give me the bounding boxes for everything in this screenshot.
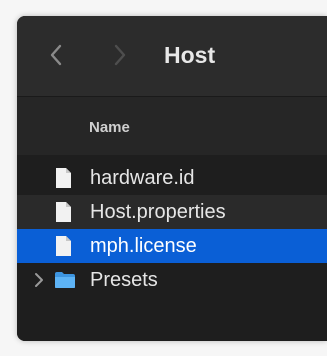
file-name: hardware.id	[90, 167, 195, 189]
disclosure-triangle-icon[interactable]	[33, 272, 45, 288]
folder-icon	[55, 272, 75, 288]
back-button[interactable]	[41, 40, 71, 70]
file-row-hardware-id[interactable]: hardware.id	[17, 161, 327, 195]
chevron-right-icon	[114, 44, 126, 66]
file-name: Host.properties	[90, 201, 226, 223]
toolbar: Host	[17, 16, 327, 97]
document-icon	[56, 168, 71, 188]
column-header-label: Name	[89, 119, 130, 136]
folder-name: Presets	[90, 269, 158, 291]
document-icon	[56, 202, 71, 222]
folder-row-presets[interactable]: Presets	[17, 263, 327, 297]
forward-button[interactable]	[105, 40, 135, 70]
file-row-host-properties[interactable]: Host.properties	[17, 195, 327, 229]
column-header-name[interactable]: Name	[17, 97, 327, 155]
chevron-left-icon	[50, 44, 62, 66]
file-name: mph.license	[90, 235, 197, 257]
window-title: Host	[164, 42, 216, 68]
file-list: Name hardware.id Host.properties mph.lic…	[17, 97, 327, 341]
finder-window: Host Name hardware.id Host.properties mp…	[17, 16, 327, 341]
screenshot-frame: Host Name hardware.id Host.properties mp…	[0, 0, 327, 356]
file-row-mph-license[interactable]: mph.license	[17, 229, 327, 263]
document-icon	[56, 236, 71, 256]
